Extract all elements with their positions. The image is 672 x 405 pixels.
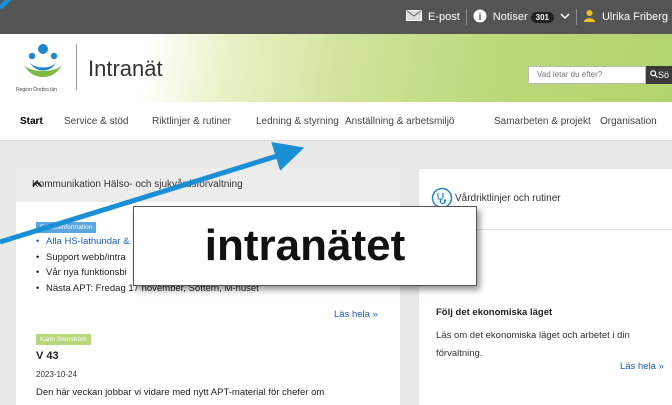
search-icon xyxy=(650,70,658,78)
nav-item-samarbeten[interactable]: Samarbeten & projekt xyxy=(494,116,591,127)
page-title[interactable]: Intranät xyxy=(88,56,163,82)
unit-info-tag: Enhetsinformation xyxy=(36,222,97,233)
search-button[interactable]: Sö xyxy=(646,66,672,84)
search-input[interactable]: Vad letar du efter? xyxy=(528,66,646,84)
top-utility-bar: E-post i Notiser 301 Ulrika Friberg xyxy=(0,0,672,34)
email-link[interactable]: E-post xyxy=(428,11,460,23)
divider xyxy=(465,9,467,25)
nav-item-organisation[interactable]: Organisation xyxy=(600,116,657,127)
chevron-down-icon[interactable] xyxy=(560,11,570,23)
guidelines-link[interactable]: Vårdriktlinjer och rutiner xyxy=(455,193,561,204)
divider xyxy=(575,9,577,25)
notices-label: Notiser xyxy=(492,11,528,23)
notices-button[interactable]: Notiser 301 xyxy=(493,11,554,23)
site-header: Region Örebro län Intranät Vad letar du … xyxy=(0,34,672,102)
nav-item-service[interactable]: Service & stöd xyxy=(64,116,128,127)
org-name: Region Örebro län xyxy=(16,86,57,93)
post-heading[interactable]: V 43 xyxy=(36,350,59,362)
user-menu[interactable]: Ulrika Friberg xyxy=(602,11,668,23)
region-logo[interactable]: Region Örebro län xyxy=(16,43,70,95)
search-button-label: Sö xyxy=(658,70,670,80)
callout-label: intranätet xyxy=(133,206,477,286)
info-icon: i xyxy=(473,9,487,26)
nav-item-anstallning[interactable]: Anställning & arbetsmiljö xyxy=(345,116,455,127)
user-icon xyxy=(583,9,596,25)
envelope-icon xyxy=(405,10,422,24)
news-read-more-link[interactable]: Läs hela » xyxy=(620,361,664,372)
card-header[interactable]: Kommunikation Hälso- och sjukvårdsförval… xyxy=(16,168,400,202)
read-more-link[interactable]: Läs hela » xyxy=(334,309,378,320)
browser-viewport: E-post i Notiser 301 Ulrika Friberg Regi… xyxy=(0,0,672,405)
post-date: 2023-10-24 xyxy=(36,370,77,379)
divider xyxy=(76,44,77,90)
news-heading[interactable]: Följ det ekonomiska läget xyxy=(436,307,552,318)
news-text: Läs om det ekonomiska läget och arbetet … xyxy=(436,330,630,359)
nav-item-riktlinjer[interactable]: Riktlinjer & rutiner xyxy=(152,116,231,127)
post-excerpt: Den här veckan jobbar vi vidare med nytt… xyxy=(36,387,325,398)
nav-item-ledning[interactable]: Ledning & styrning xyxy=(256,116,339,127)
author-tag: Karin Stenström xyxy=(36,334,91,345)
nav-item-start[interactable]: Start xyxy=(20,116,43,127)
chevron-up-icon[interactable] xyxy=(32,179,386,191)
notices-count-badge: 301 xyxy=(530,12,554,23)
main-navigation: Start Service & stöd Riktlinjer & rutine… xyxy=(0,102,672,141)
svg-text:i: i xyxy=(478,12,481,23)
